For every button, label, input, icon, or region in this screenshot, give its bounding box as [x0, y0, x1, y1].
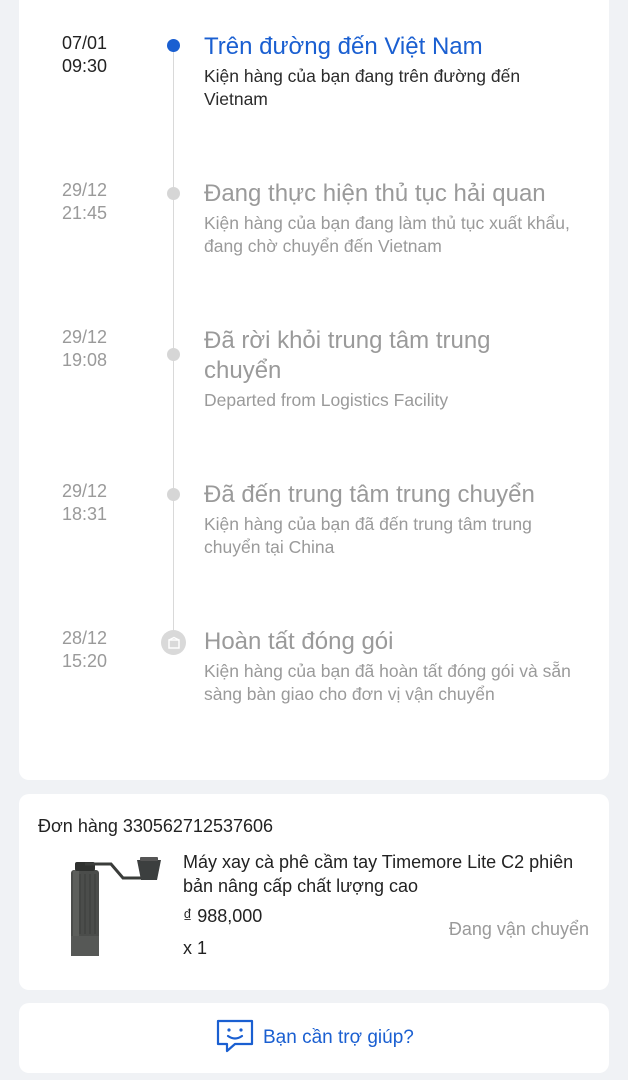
help-label: Bạn cần trợ giúp? [263, 1027, 414, 1048]
timeline-date: 29/12 [62, 481, 108, 501]
timeline-date: 29/12 [62, 180, 108, 200]
timeline-time: 18:31 [62, 504, 108, 524]
timeline-datetime: 29/12 19:08 [62, 326, 142, 372]
timeline-time: 21:45 [62, 203, 108, 223]
help-card[interactable]: Bạn cần trợ giúp? [19, 1003, 609, 1073]
product-price: ₫ 988,000 [183, 906, 263, 926]
product-name[interactable]: Máy xay cà phê cầm tay Timemore Lite C2 … [183, 850, 583, 898]
order-card[interactable]: Đơn hàng 330562712537606 Máy xay cà phê … [19, 794, 609, 990]
timeline-title: Đang thực hiện thủ tục hải quan [204, 180, 546, 207]
product-image[interactable] [63, 854, 163, 958]
product-quantity: x 1 [183, 938, 208, 958]
timeline-datetime: 29/12 21:45 [62, 179, 142, 225]
timeline-time: 09:30 [62, 56, 108, 76]
timeline-time: 19:08 [62, 350, 108, 370]
timeline-line [173, 48, 174, 638]
timeline-title: Hoàn tất đóng gói [204, 628, 394, 655]
tracking-timeline-card: 07/01 09:30 Trên đường đến Việt Nam Kiện… [19, 0, 609, 780]
timeline-date: 28/12 [62, 628, 108, 648]
timeline-desc: Kiện hàng của bạn đã đến trung tâm trung… [204, 514, 532, 557]
timeline-time: 15:20 [62, 651, 108, 671]
package-icon [161, 630, 186, 655]
timeline-date: 29/12 [62, 327, 108, 347]
timeline-desc: Kiện hàng của bạn đang trên đường đến Vi… [204, 66, 521, 109]
timeline-title: Trên đường đến Việt Nam [204, 33, 483, 60]
chat-support-icon [215, 1018, 255, 1059]
timeline-desc: Kiện hàng của bạn đã hoàn tất đóng gói v… [204, 661, 571, 704]
timeline-dot [167, 488, 180, 501]
timeline-title: Đã đến trung tâm trung chuyển [204, 481, 535, 508]
timeline-datetime: 29/12 18:31 [62, 480, 142, 526]
timeline-desc: Departed from Logistics Facility [204, 390, 449, 410]
timeline-dot-active [167, 39, 180, 52]
timeline-datetime: 28/12 15:20 [62, 627, 142, 673]
order-id: Đơn hàng 330562712537606 [38, 816, 274, 836]
help-button[interactable]: Bạn cần trợ giúp? [215, 1018, 414, 1059]
order-status: Đang vận chuyển [448, 919, 589, 939]
timeline-desc: Kiện hàng của bạn đang làm thủ tục xuất … [204, 213, 570, 256]
timeline-datetime: 07/01 09:30 [62, 32, 142, 78]
timeline-dot [167, 348, 180, 361]
timeline-title: Đã rời khỏi trung tâm trung chuyển [204, 327, 491, 384]
timeline-date: 07/01 [62, 33, 108, 53]
timeline-dot [167, 187, 180, 200]
